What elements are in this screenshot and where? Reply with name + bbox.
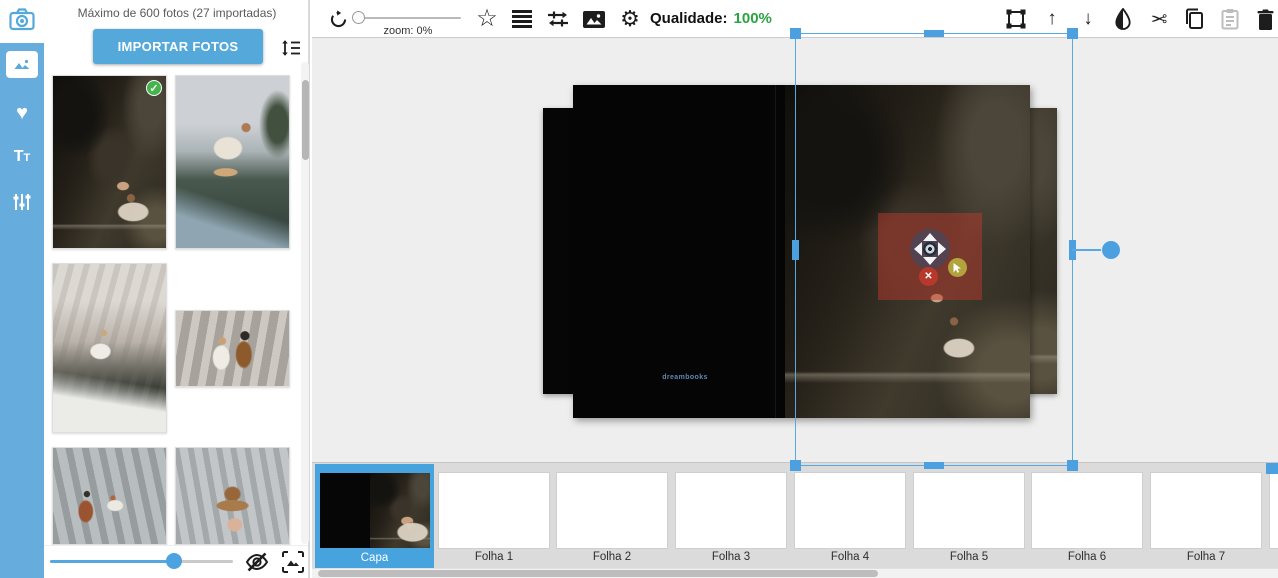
sidebar-item-text[interactable]: TT: [0, 140, 44, 174]
resize-handle-left[interactable]: [792, 240, 799, 260]
settings-icon[interactable]: ⚙: [619, 8, 641, 30]
filmstrip-corner-handle[interactable]: [1266, 463, 1278, 474]
quality-value: 100%: [734, 10, 772, 27]
photo-count-label: Máximo de 600 fotos (27 importadas): [44, 6, 310, 20]
quality-label: Qualidade:: [650, 10, 728, 27]
photo-thumb-two-on-rock[interactable]: [52, 447, 167, 545]
page-tile-folha-2[interactable]: [557, 473, 667, 548]
resize-handle-top[interactable]: [924, 30, 944, 37]
page-tile-folha-3[interactable]: [676, 473, 786, 548]
photo-thumb-boat-sitting[interactable]: [52, 263, 167, 433]
zoom-slider-track[interactable]: [355, 17, 461, 19]
autofill-image-icon[interactable]: [280, 549, 306, 575]
photo-thumb-couple-marble[interactable]: [175, 310, 290, 387]
camera-icon[interactable]: [8, 6, 36, 34]
left-rail: ♥ TT: [0, 0, 44, 578]
resize-handle-top-left[interactable]: [790, 28, 801, 39]
page-label: Folha 4: [795, 551, 905, 563]
page-tile-folha-6[interactable]: [1032, 473, 1142, 548]
panel-bottom-bar: [44, 545, 308, 578]
resize-handle-bottom-left[interactable]: [790, 460, 801, 471]
rotate-icon[interactable]: [327, 8, 349, 30]
page-label: Folha 6: [1032, 551, 1142, 563]
page-tile-folha-7[interactable]: [1151, 473, 1261, 548]
resize-handle-bottom-right[interactable]: [1067, 460, 1078, 471]
page-label: Folha 1: [439, 551, 549, 563]
photo-panel-scrollbar[interactable]: [302, 80, 309, 160]
crop-icon[interactable]: [1005, 8, 1027, 30]
used-check-icon: ✓: [146, 80, 162, 96]
page-tile-partial[interactable]: [1270, 473, 1278, 548]
heart-icon: ♥: [16, 102, 28, 125]
sidebar-item-filters[interactable]: [0, 185, 44, 219]
photo-thumb-boat-hat[interactable]: [175, 75, 290, 249]
page-tile-capa[interactable]: Capa: [315, 464, 434, 568]
page-tile-folha-5[interactable]: [914, 473, 1024, 548]
copy-icon[interactable]: [1183, 8, 1205, 30]
zoom-slider-handle[interactable]: [352, 11, 365, 24]
paste-icon: [1219, 8, 1241, 30]
eye-off-icon[interactable]: [244, 550, 270, 574]
cover-back-page[interactable]: dreambooks: [573, 85, 785, 418]
delete-icon[interactable]: [1254, 8, 1276, 30]
resize-handle-bottom[interactable]: [924, 462, 944, 469]
photo-thumb-hat-closeup[interactable]: [175, 447, 290, 545]
selection-box[interactable]: [795, 33, 1073, 466]
move-up-icon[interactable]: ↑: [1041, 8, 1063, 30]
page-label: Folha 3: [676, 551, 786, 563]
star-icon[interactable]: ☆: [476, 8, 498, 30]
photo-panel: Máximo de 600 fotos (27 importadas) IMPO…: [44, 0, 310, 578]
page-label: Folha 7: [1151, 551, 1261, 563]
page-tile-folha-4[interactable]: [795, 473, 905, 548]
filmstrip-scrollbar[interactable]: [318, 570, 878, 577]
move-down-icon[interactable]: ↓: [1077, 8, 1099, 30]
sliders-icon: [12, 192, 32, 212]
sidebar-item-favorites[interactable]: ♥: [0, 96, 44, 130]
page-filmstrip: Capa Folha 1 Folha 2 Folha 3 Folha 4 Fol…: [312, 462, 1278, 568]
image-icon: [12, 57, 32, 73]
brand-logo: dreambooks: [645, 374, 725, 381]
cut-icon[interactable]: ✂: [1148, 8, 1170, 30]
page-label: Folha 2: [557, 551, 667, 563]
thumb-size-slider-handle[interactable]: [166, 553, 182, 569]
page-tile-folha-1[interactable]: [439, 473, 549, 548]
rotate-handle-line: [1072, 249, 1101, 251]
text-icon: TT: [14, 148, 31, 166]
adjust-icon[interactable]: [547, 8, 569, 30]
sidebar-item-photos[interactable]: [6, 51, 38, 78]
thumb-size-slider-fill: [50, 560, 173, 563]
layouts-icon[interactable]: [511, 8, 533, 30]
background-image-icon[interactable]: [583, 8, 605, 30]
resize-handle-top-right[interactable]: [1067, 28, 1078, 39]
quality-label-group: Qualidade: 100%: [650, 10, 772, 27]
canvas-area: dreambooks ✕: [312, 0, 1278, 578]
fold-guide: [775, 85, 776, 418]
rotate-handle[interactable]: [1102, 241, 1120, 259]
sort-icon[interactable]: [280, 37, 302, 59]
capa-thumbnail: [320, 473, 430, 548]
photo-thumb-rock-couple[interactable]: ✓: [52, 75, 167, 249]
photobook-editor: ♥ TT Máximo de 600 fotos (27 importadas)…: [0, 0, 1278, 578]
import-photos-button[interactable]: IMPORTAR FOTOS: [93, 29, 263, 64]
contrast-icon[interactable]: [1112, 8, 1134, 30]
page-label: Folha 5: [914, 551, 1024, 563]
page-label: Capa: [315, 552, 434, 564]
zoom-label: zoom: 0%: [355, 25, 461, 37]
